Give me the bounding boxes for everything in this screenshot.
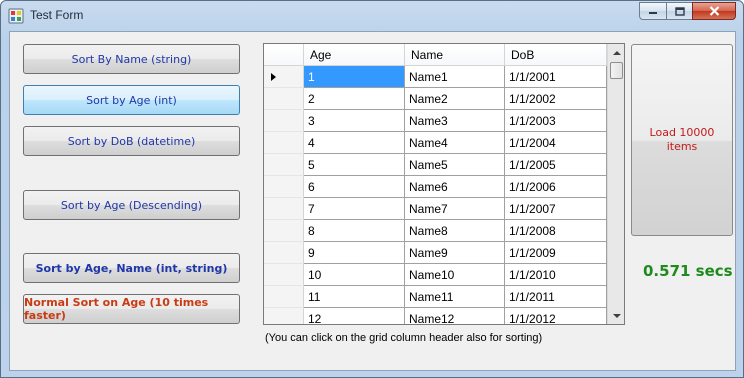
table-row[interactable]: 2 Name2 1/1/2002 bbox=[264, 88, 607, 110]
cell-dob[interactable]: 1/1/2012 bbox=[505, 308, 607, 324]
table-row[interactable]: 5 Name5 1/1/2005 bbox=[264, 154, 607, 176]
table-row[interactable]: 7 Name7 1/1/2007 bbox=[264, 198, 607, 220]
sort-by-dob-button[interactable]: Sort by DoB (datetime) bbox=[23, 126, 240, 156]
column-header-name[interactable]: Name bbox=[405, 44, 505, 66]
row-header[interactable] bbox=[264, 198, 304, 220]
cell-name[interactable]: Name9 bbox=[405, 242, 505, 264]
grid-body: 1 Name1 1/1/2001 2 Name2 1/1/2002 3 Name3 1/1/20… bbox=[264, 66, 607, 324]
timing-label: 0.571 secs bbox=[643, 262, 733, 280]
table-row[interactable]: 4 Name4 1/1/2004 bbox=[264, 132, 607, 154]
row-header[interactable] bbox=[264, 176, 304, 198]
cell-age[interactable]: 2 bbox=[304, 88, 405, 110]
current-row-arrow-icon bbox=[271, 73, 276, 81]
cell-age[interactable]: 11 bbox=[304, 286, 405, 308]
grid-header: Age Name DoB bbox=[264, 44, 607, 66]
cell-dob[interactable]: 1/1/2003 bbox=[505, 110, 607, 132]
row-header[interactable] bbox=[264, 66, 304, 88]
scroll-thumb[interactable] bbox=[610, 62, 623, 79]
form-client-area: Sort By Name (string) Sort by Age (int) … bbox=[9, 31, 736, 371]
load-items-button[interactable]: Load 10000 items bbox=[631, 44, 733, 236]
cell-age[interactable]: 7 bbox=[304, 198, 405, 220]
sort-by-age-name-button[interactable]: Sort by Age, Name (int, string) bbox=[23, 253, 240, 283]
table-row[interactable]: 8 Name8 1/1/2008 bbox=[264, 220, 607, 242]
cell-age[interactable]: 6 bbox=[304, 176, 405, 198]
close-icon bbox=[709, 6, 719, 16]
grid-corner-header[interactable] bbox=[264, 44, 304, 66]
row-header[interactable] bbox=[264, 220, 304, 242]
cell-name[interactable]: Name10 bbox=[405, 264, 505, 286]
cell-name[interactable]: Name8 bbox=[405, 220, 505, 242]
sort-by-age-desc-button[interactable]: Sort by Age (Descending) bbox=[23, 190, 240, 220]
scroll-up-button[interactable] bbox=[608, 44, 624, 61]
cell-age[interactable]: 10 bbox=[304, 264, 405, 286]
row-header[interactable] bbox=[264, 242, 304, 264]
cell-age[interactable]: 9 bbox=[304, 242, 405, 264]
cell-age[interactable]: 12 bbox=[304, 308, 405, 324]
window-controls bbox=[639, 2, 736, 20]
cell-dob[interactable]: 1/1/2010 bbox=[505, 264, 607, 286]
column-header-dob[interactable]: DoB bbox=[505, 44, 607, 66]
cell-name[interactable]: Name11 bbox=[405, 286, 505, 308]
table-row[interactable]: 11 Name11 1/1/2011 bbox=[264, 286, 607, 308]
cell-dob[interactable]: 1/1/2004 bbox=[505, 132, 607, 154]
minimize-button[interactable] bbox=[639, 2, 666, 20]
minimize-icon bbox=[649, 12, 657, 14]
cell-age[interactable]: 1 bbox=[304, 66, 405, 88]
grid-vertical-scrollbar[interactable] bbox=[607, 44, 624, 324]
table-row[interactable]: 9 Name9 1/1/2009 bbox=[264, 242, 607, 264]
row-header[interactable] bbox=[264, 110, 304, 132]
window-title: Test Form bbox=[30, 8, 84, 22]
app-icon bbox=[8, 8, 24, 24]
table-row[interactable]: 10 Name10 1/1/2010 bbox=[264, 264, 607, 286]
cell-dob[interactable]: 1/1/2009 bbox=[505, 242, 607, 264]
row-header[interactable] bbox=[264, 154, 304, 176]
cell-name[interactable]: Name1 bbox=[405, 66, 505, 88]
title-bar[interactable]: Test Form bbox=[1, 1, 743, 31]
cell-age[interactable]: 8 bbox=[304, 220, 405, 242]
cell-dob[interactable]: 1/1/2005 bbox=[505, 154, 607, 176]
cell-name[interactable]: Name2 bbox=[405, 88, 505, 110]
row-header[interactable] bbox=[264, 264, 304, 286]
cell-dob[interactable]: 1/1/2008 bbox=[505, 220, 607, 242]
row-header[interactable] bbox=[264, 286, 304, 308]
maximize-icon bbox=[674, 6, 685, 16]
cell-dob[interactable]: 1/1/2001 bbox=[505, 66, 607, 88]
table-row[interactable]: 1 Name1 1/1/2001 bbox=[264, 66, 607, 88]
table-row[interactable]: 6 Name6 1/1/2006 bbox=[264, 176, 607, 198]
cell-name[interactable]: Name3 bbox=[405, 110, 505, 132]
scroll-down-arrow-icon bbox=[612, 313, 621, 318]
column-header-age[interactable]: Age bbox=[304, 44, 405, 66]
cell-dob[interactable]: 1/1/2007 bbox=[505, 198, 607, 220]
normal-sort-age-button[interactable]: Normal Sort on Age (10 times faster) bbox=[23, 294, 240, 324]
cell-name[interactable]: Name6 bbox=[405, 176, 505, 198]
cell-name[interactable]: Name7 bbox=[405, 198, 505, 220]
close-button[interactable] bbox=[692, 2, 736, 20]
data-grid[interactable]: Age Name DoB 1 Name1 1/1/2001 2 Name2 1/1/200… bbox=[263, 43, 625, 325]
cell-dob[interactable]: 1/1/2011 bbox=[505, 286, 607, 308]
cell-age[interactable]: 3 bbox=[304, 110, 405, 132]
cell-dob[interactable]: 1/1/2006 bbox=[505, 176, 607, 198]
cell-name[interactable]: Name5 bbox=[405, 154, 505, 176]
scroll-down-button[interactable] bbox=[608, 307, 624, 324]
sort-by-name-button[interactable]: Sort By Name (string) bbox=[23, 44, 240, 74]
cell-age[interactable]: 4 bbox=[304, 132, 405, 154]
maximize-button[interactable] bbox=[666, 2, 692, 20]
app-window: Test Form Sort By Name (string) Sort by … bbox=[0, 0, 744, 378]
sort-by-age-button[interactable]: Sort by Age (int) bbox=[23, 85, 240, 115]
cell-name[interactable]: Name12 bbox=[405, 308, 505, 324]
table-row[interactable]: 12 Name12 1/1/2012 bbox=[264, 308, 607, 324]
cell-age[interactable]: 5 bbox=[304, 154, 405, 176]
row-header[interactable] bbox=[264, 132, 304, 154]
scroll-up-arrow-icon bbox=[612, 50, 621, 55]
cell-dob[interactable]: 1/1/2002 bbox=[505, 88, 607, 110]
sorting-hint-label: (You can click on the grid column header… bbox=[265, 332, 543, 344]
table-row[interactable]: 3 Name3 1/1/2003 bbox=[264, 110, 607, 132]
row-header[interactable] bbox=[264, 308, 304, 324]
row-header[interactable] bbox=[264, 88, 304, 110]
cell-name[interactable]: Name4 bbox=[405, 132, 505, 154]
